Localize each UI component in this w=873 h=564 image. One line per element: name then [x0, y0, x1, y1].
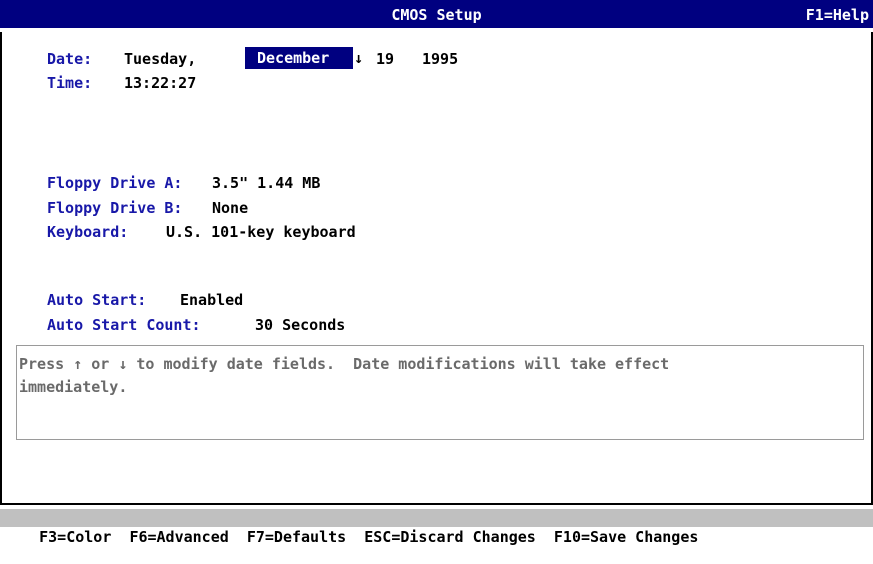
- date-day[interactable]: 19: [376, 50, 394, 68]
- date-label: Date:: [47, 50, 93, 68]
- help-message-box: Press ↑ or ↓ to modify date fields. Date…: [16, 345, 864, 440]
- floppy-b-label: Floppy Drive B:: [47, 199, 183, 217]
- window-title: CMOS Setup: [391, 6, 482, 24]
- date-year[interactable]: 1995: [422, 50, 458, 68]
- auto-start-count-value[interactable]: 30 Seconds: [255, 316, 345, 334]
- date-weekday: Tuesday,: [124, 50, 197, 68]
- f10-save-key[interactable]: F10=Save Changes: [554, 528, 699, 546]
- auto-start-count-label: Auto Start Count:: [47, 316, 201, 334]
- auto-start-label: Auto Start:: [47, 291, 147, 309]
- help-message-line-2: immediately.: [19, 378, 128, 396]
- keyboard-value[interactable]: U.S. 101-key keyboard: [166, 223, 356, 241]
- f6-advanced-key[interactable]: F6=Advanced: [129, 528, 228, 546]
- f7-defaults-key[interactable]: F7=Defaults: [247, 528, 346, 546]
- help-message-line-1: Press ↑ or ↓ to modify date fields. Date…: [19, 355, 670, 373]
- status-bar: F3=Color F6=Advanced F7=Defaults ESC=Dis…: [0, 509, 873, 546]
- f3-color-key[interactable]: F3=Color: [39, 528, 111, 546]
- time-value[interactable]: 13:22:27: [124, 74, 196, 92]
- title-bar: CMOS Setup F1=Help: [0, 0, 873, 28]
- help-hint[interactable]: F1=Help: [806, 6, 869, 24]
- time-label: Time:: [47, 74, 93, 92]
- keyboard-label: Keyboard:: [47, 223, 129, 241]
- auto-start-value[interactable]: Enabled: [180, 291, 243, 309]
- date-month-value: December: [257, 49, 330, 67]
- esc-discard-key[interactable]: ESC=Discard Changes: [364, 528, 536, 546]
- date-month-field[interactable]: December: [245, 47, 353, 69]
- down-arrow-icon[interactable]: ↓: [352, 47, 366, 69]
- floppy-a-value[interactable]: 3.5" 1.44 MB: [212, 174, 320, 192]
- floppy-b-value[interactable]: None: [212, 199, 248, 217]
- floppy-a-label: Floppy Drive A:: [47, 174, 183, 192]
